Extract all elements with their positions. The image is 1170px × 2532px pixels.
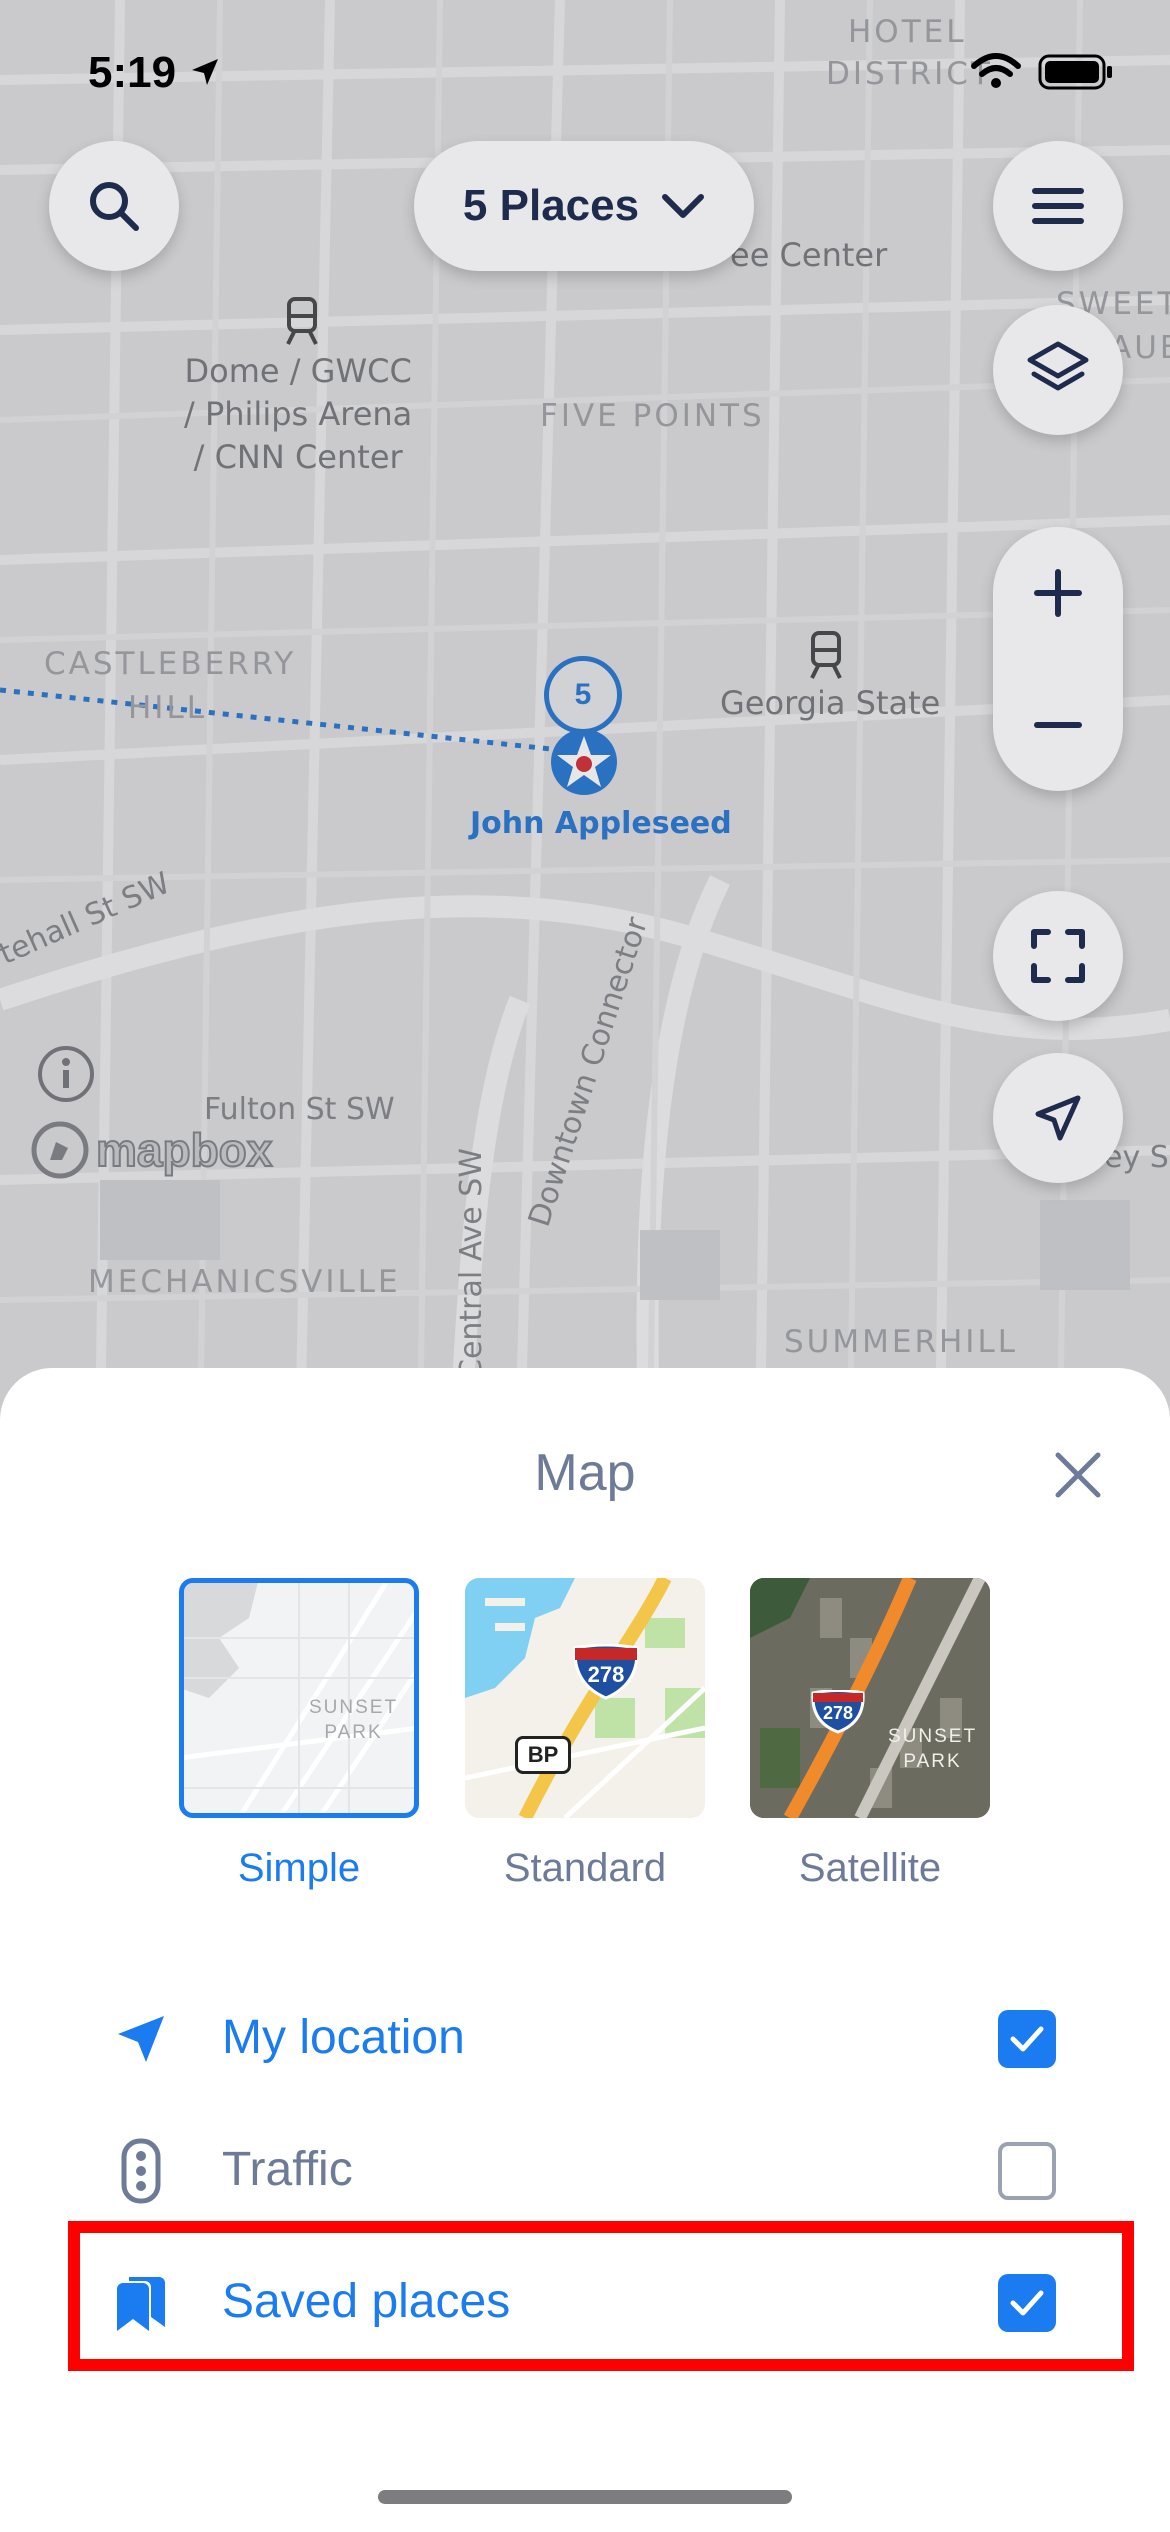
mapbox-wordmark: mapbox xyxy=(95,1123,273,1177)
places-cluster-marker[interactable]: 5 xyxy=(544,656,622,734)
places-dropdown-button[interactable]: 5 Places xyxy=(414,141,754,271)
status-bar: 5:19 xyxy=(0,0,1170,140)
poi-label: Dome / GWCC / Philips Arena / CNN Center xyxy=(184,350,412,479)
recenter-location-button[interactable] xyxy=(993,1053,1123,1183)
district-label: CASTLEBERRY xyxy=(44,646,297,682)
zoom-control xyxy=(993,527,1123,791)
location-arrow-icon xyxy=(192,59,219,85)
thumbnail-place-label: SUNSET PARK xyxy=(309,1695,398,1745)
district-label: SUMMERHILL xyxy=(784,1324,1018,1360)
map-style-standard-thumbnail[interactable]: 278 BP xyxy=(465,1578,705,1818)
option-label: Traffic xyxy=(222,2143,353,2196)
option-traffic[interactable]: Traffic xyxy=(0,2116,1170,2226)
status-time-text: 5:19 xyxy=(88,48,177,97)
route-badge: BP xyxy=(515,1736,571,1774)
interstate-shield-icon: 278 xyxy=(571,1644,641,1700)
interstate-shield-icon: 278 xyxy=(810,1690,866,1734)
user-location-marker[interactable] xyxy=(548,726,620,798)
poi-label: ee Center xyxy=(730,236,888,274)
map-style-standard-label[interactable]: Standard xyxy=(435,1846,735,1891)
status-time: 5:19 xyxy=(88,48,222,98)
district-label: FIVE POINTS xyxy=(540,398,765,434)
highlight-box xyxy=(68,2221,1134,2371)
home-indicator[interactable] xyxy=(378,2490,792,2504)
district-label: MECHANICSVILLE xyxy=(88,1264,401,1300)
train-station-icon xyxy=(810,631,842,679)
option-label: My location xyxy=(222,2011,465,2064)
district-label: HILL xyxy=(128,690,207,726)
navigation-arrow-icon xyxy=(1035,1095,1081,1141)
traffic-checkbox[interactable] xyxy=(998,2142,1056,2200)
thumbnail-place-label: SUNSET PARK xyxy=(888,1724,977,1774)
map-style-satellite-label[interactable]: Satellite xyxy=(720,1846,1020,1891)
street-label: Central Ave SW xyxy=(454,1148,489,1380)
map-style-satellite-thumbnail[interactable]: 278 SUNSET PARK xyxy=(750,1578,990,1818)
places-dropdown-label: 5 Places xyxy=(462,181,640,230)
my-location-checkbox[interactable] xyxy=(998,2010,1056,2068)
plus-icon xyxy=(1034,569,1082,617)
mapbox-mark-icon xyxy=(31,1121,89,1179)
sheet-title: Map xyxy=(534,1444,636,1502)
menu-button[interactable] xyxy=(993,141,1123,271)
train-station-icon xyxy=(286,297,318,345)
zoom-in-button[interactable] xyxy=(993,527,1123,659)
close-icon[interactable] xyxy=(1048,1445,1108,1505)
minus-icon xyxy=(1034,722,1082,728)
layers-icon xyxy=(1027,341,1089,391)
poi-line: / Philips Arena xyxy=(184,395,413,433)
info-icon[interactable] xyxy=(36,1044,96,1104)
location-arrow-icon xyxy=(108,2006,174,2072)
thumbnail-place-line: SUNSET xyxy=(309,1697,399,1718)
thumbnail-place-line: SUNSET xyxy=(888,1726,978,1747)
checkmark-icon xyxy=(1010,2026,1044,2052)
option-my-location[interactable]: My location xyxy=(0,1984,1170,2094)
wifi-icon xyxy=(971,53,1021,88)
poi-label: Georgia State xyxy=(720,684,941,722)
hamburger-menu-icon xyxy=(1032,188,1084,224)
map-layers-button[interactable] xyxy=(993,305,1123,435)
interstate-number: 278 xyxy=(587,1662,625,1687)
user-name-label: John Appleseed xyxy=(470,806,732,841)
search-icon xyxy=(90,182,139,231)
thumbnail-place-line: PARK xyxy=(903,1751,962,1772)
chevron-down-icon xyxy=(662,194,705,218)
fullscreen-icon xyxy=(1031,929,1085,983)
interstate-number: 278 xyxy=(822,1703,854,1723)
mapbox-logo: mapbox xyxy=(30,1120,273,1180)
poi-line: Dome / GWCC xyxy=(184,352,412,390)
map-style-simple-label[interactable]: Simple xyxy=(149,1846,449,1891)
traffic-light-icon xyxy=(108,2138,174,2204)
satellite-map-preview xyxy=(750,1578,990,1818)
fullscreen-button[interactable] xyxy=(993,891,1123,1021)
zoom-out-button[interactable] xyxy=(993,659,1123,791)
battery-icon xyxy=(1038,54,1112,90)
map-style-simple-thumbnail[interactable]: SUNSET PARK xyxy=(179,1578,419,1818)
poi-line: / CNN Center xyxy=(193,438,403,476)
search-button[interactable] xyxy=(49,141,179,271)
thumbnail-place-line: PARK xyxy=(324,1722,383,1743)
